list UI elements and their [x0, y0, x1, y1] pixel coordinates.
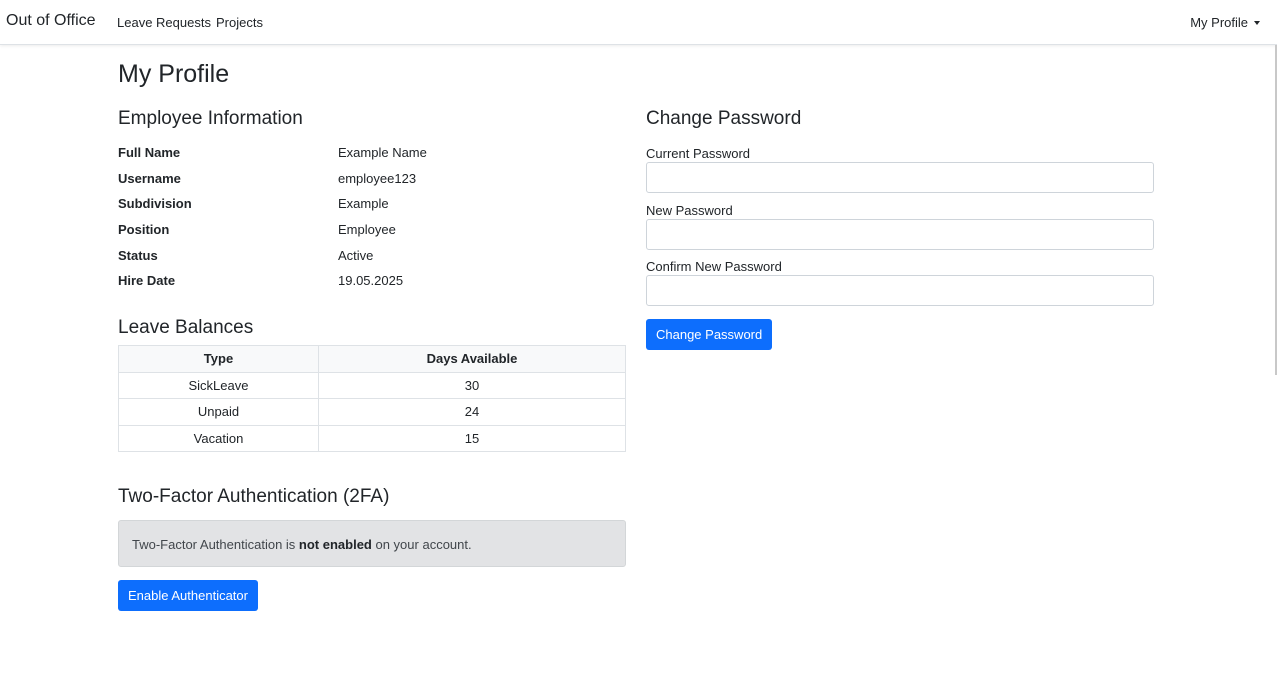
table-row: SickLeave 30	[118, 371, 626, 399]
enable-authenticator-button[interactable]: Enable Authenticator	[118, 580, 258, 611]
cell-type: Vacation	[118, 424, 319, 452]
info-value: Employee	[338, 222, 396, 237]
alert-text-bold: not enabled	[298, 537, 372, 552]
alert-text-prefix: Two-Factor Authentication is	[132, 537, 299, 552]
info-label: Hire Date	[118, 273, 176, 288]
confirm-password-label: Confirm New Password	[646, 259, 782, 274]
two-factor-status-alert: Two-Factor Authentication is not enabled…	[118, 520, 626, 567]
info-value: employee123	[338, 171, 417, 186]
cell-days: 15	[318, 424, 626, 452]
new-password-label: New Password	[646, 203, 733, 218]
info-value: Example	[338, 196, 389, 211]
two-factor-heading: Two-Factor Authentication (2FA)	[118, 486, 390, 507]
new-password-input[interactable]	[646, 219, 1154, 250]
nav-link-leave-requests[interactable]: Leave Requests	[117, 15, 211, 30]
alert-text-suffix: on your account.	[371, 537, 472, 552]
cell-type: Unpaid	[118, 398, 319, 426]
change-password-heading: Change Password	[646, 108, 802, 129]
nav-link-projects[interactable]: Projects	[216, 15, 263, 30]
table-row: Vacation 15	[118, 424, 626, 452]
profile-dropdown[interactable]: My Profile	[1190, 15, 1260, 30]
cell-days: 24	[318, 398, 626, 426]
table-header-row: Type Days Available	[118, 345, 626, 373]
top-navbar: Out of Office Leave Requests Projects My…	[0, 0, 1277, 45]
info-label: Position	[118, 222, 170, 237]
column-header-days-available: Days Available	[318, 345, 626, 373]
current-password-label: Current Password	[646, 146, 751, 161]
current-password-input[interactable]	[646, 162, 1154, 193]
column-header-type: Type	[118, 345, 319, 373]
confirm-password-input[interactable]	[646, 275, 1154, 306]
chevron-down-icon	[1254, 21, 1260, 25]
info-label: Username	[118, 171, 181, 186]
profile-dropdown-label: My Profile	[1190, 15, 1248, 30]
leave-balances-table: Type Days Available SickLeave 30 Unpaid …	[118, 345, 626, 452]
info-value: 19.05.2025	[338, 273, 404, 288]
employee-info-heading: Employee Information	[118, 108, 303, 129]
info-label: Subdivision	[118, 196, 192, 211]
change-password-button[interactable]: Change Password	[646, 319, 773, 350]
cell-type: SickLeave	[118, 371, 319, 399]
info-value: Example Name	[338, 145, 427, 160]
info-label: Full Name	[118, 145, 181, 160]
cell-days: 30	[318, 371, 626, 399]
leave-balances-heading: Leave Balances	[118, 317, 254, 338]
info-value: Active	[338, 248, 374, 263]
brand-link[interactable]: Out of Office	[6, 12, 96, 30]
table-row: Unpaid 24	[118, 398, 626, 426]
info-label: Status	[118, 248, 158, 263]
page-title: My Profile	[118, 60, 230, 88]
